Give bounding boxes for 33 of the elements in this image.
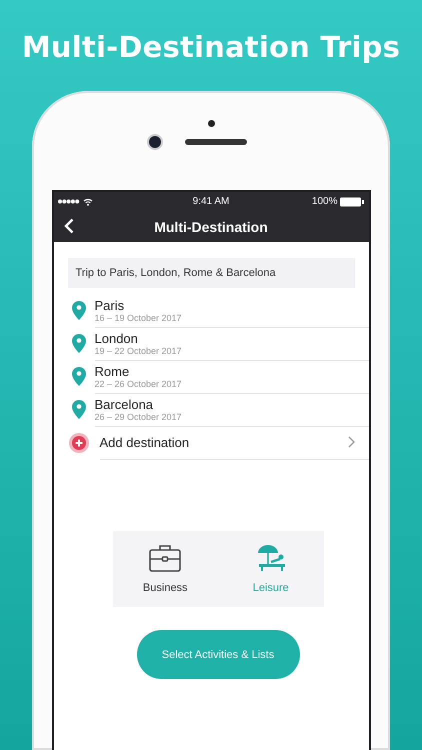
add-destination-item[interactable]: Add destination [68,426,368,459]
add-icon [68,432,88,452]
city-name: Barcelona [94,396,154,412]
battery-percent: 100% [312,196,338,207]
back-icon[interactable] [64,218,74,234]
battery-icon [340,196,364,206]
screen-title: Multi-Destination [154,218,268,234]
headline: Multi-Destination Trips [22,30,400,64]
destination-item[interactable]: Rome 22 – 26 October 2017 [68,360,368,393]
chevron-icon [348,436,354,448]
destination-item[interactable]: Barcelona 26 – 29 October 2017 [68,393,368,426]
date-range: 22 – 26 October 2017 [94,378,183,388]
signal-icon [58,199,80,204]
trip-name-field[interactable]: Trip to Paris, London, Rome & Barcelona [68,258,354,288]
sensor-icon [208,120,214,127]
destination-item[interactable]: London 19 – 22 October 2017 [68,327,368,360]
pin-icon [72,367,86,386]
briefcase-icon [149,544,182,572]
wifi-icon [82,198,92,206]
trip-type-option[interactable]: Business [112,531,218,607]
destination-item[interactable]: Paris 16 – 19 October 2017 [68,294,368,327]
city-name: London [94,330,139,346]
date-range: 19 – 22 October 2017 [94,346,183,356]
pin-icon [72,400,86,419]
pin-icon [72,301,86,320]
city-name: Rome [94,364,130,378]
pin-icon [72,334,86,353]
camera-icon [149,136,161,148]
speaker-icon [185,139,247,145]
status-time: 9:41 AM [192,196,230,207]
city-name: Paris [94,298,126,312]
date-range: 26 – 29 October 2017 [94,412,183,422]
date-range: 16 – 19 October 2017 [94,312,183,322]
